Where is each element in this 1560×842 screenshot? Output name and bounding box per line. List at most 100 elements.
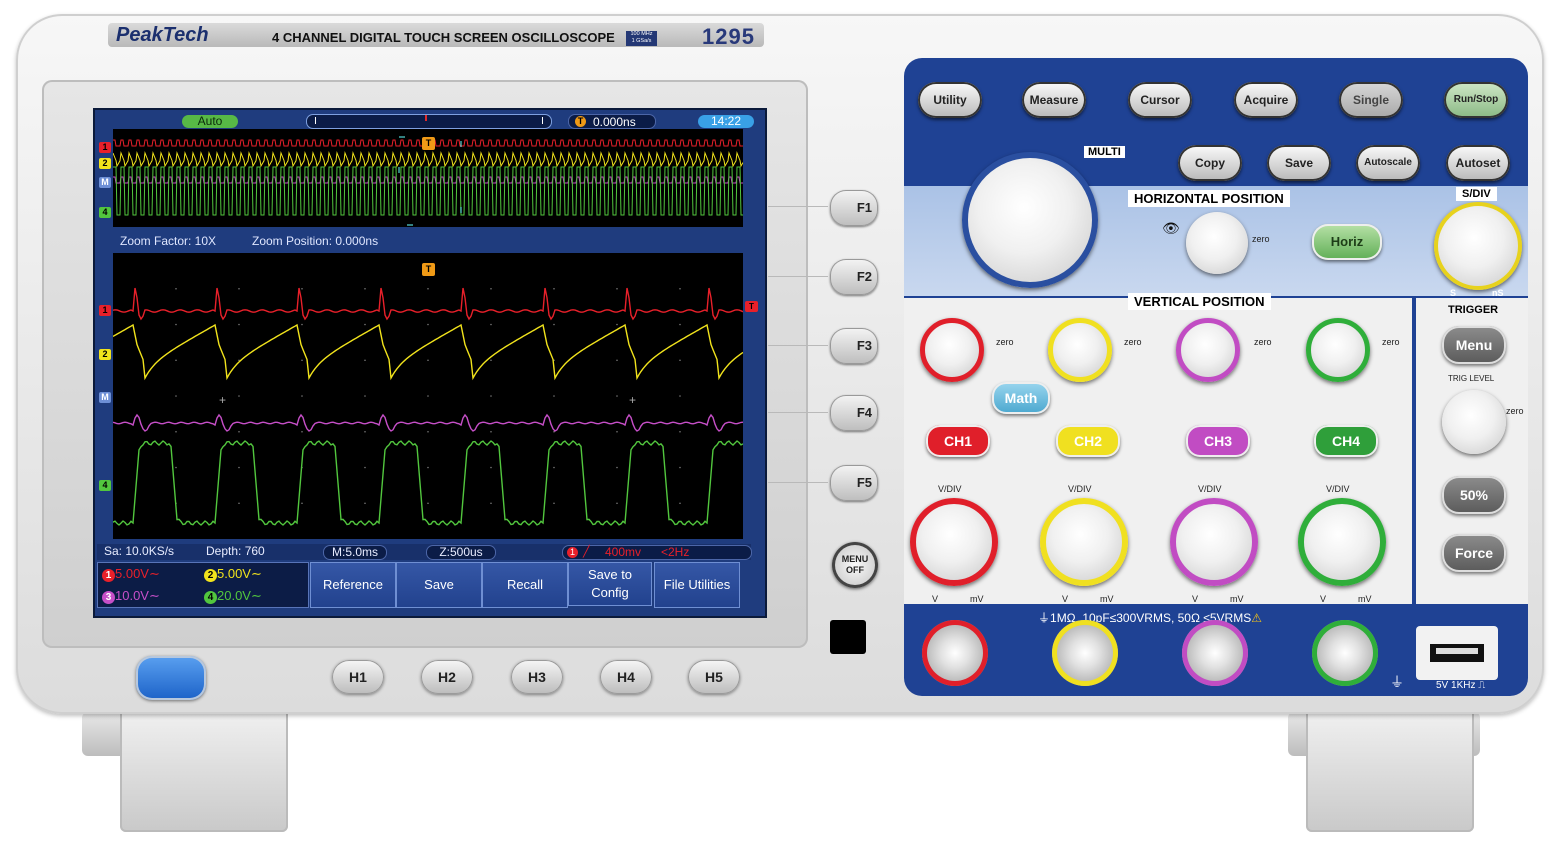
grid-dot	[616, 395, 618, 397]
ch2-scale[interactable]: 2 5.00V∼	[204, 566, 262, 582]
ch4-bnc-input[interactable]	[1312, 620, 1378, 686]
grid-dot	[238, 395, 240, 397]
trigger-position-pill[interactable]: T 0.000ns	[568, 114, 656, 129]
h2-button[interactable]: H2	[421, 660, 473, 694]
trig-level-knob[interactable]	[1442, 390, 1506, 454]
multi-knob[interactable]	[962, 152, 1098, 288]
trigger-frequency: <2Hz	[661, 545, 690, 559]
grid-dot	[364, 359, 366, 362]
ch2-v-label: V	[1062, 594, 1069, 604]
trigger-label: TRIGGER	[1448, 304, 1499, 316]
grid-dot	[175, 323, 177, 326]
main-waveform-window[interactable]: + +	[113, 253, 743, 539]
h1-button[interactable]: H1	[332, 660, 384, 694]
ch4-scale[interactable]: 4 20.0V∼	[204, 588, 262, 604]
ch1-scale-icon: 1	[102, 569, 115, 582]
ch1-position-knob[interactable]	[920, 318, 984, 382]
main-ch4-marker[interactable]: 4	[99, 480, 111, 491]
trigger-menu-button[interactable]: Menu	[1442, 326, 1506, 364]
trigger-info-pill[interactable]: 1 ╱ 400mv <2Hz	[562, 545, 752, 560]
softkey-file-utilities[interactable]: File Utilities	[654, 562, 740, 608]
sample-rate: Sa: 10.0KS/s	[104, 544, 175, 558]
main-math-marker[interactable]: M	[99, 392, 111, 403]
ch3-scale-icon: 3	[102, 591, 115, 604]
f5-guide	[768, 482, 828, 483]
ch1-bnc-input[interactable]	[922, 620, 988, 686]
grid-dot	[238, 287, 240, 290]
grid-dot	[301, 323, 303, 326]
h4-button[interactable]: H4	[600, 660, 652, 694]
ch3-button[interactable]: CH3	[1186, 425, 1250, 457]
ch4-vdiv-knob[interactable]	[1298, 498, 1386, 586]
ch1-vdiv-knob[interactable]	[910, 498, 998, 586]
rising-edge-icon: ╱	[583, 546, 590, 558]
main-trigger-marker[interactable]: T	[422, 263, 435, 276]
zoom-ch2-marker[interactable]: 2	[99, 158, 111, 169]
horizontal-position-knob[interactable]	[1186, 212, 1248, 274]
h5-button[interactable]: H5	[688, 660, 740, 694]
memory-position-bar[interactable]	[306, 114, 552, 129]
ch4-button[interactable]: CH4	[1314, 425, 1378, 457]
ch1-mv-label: mV	[970, 594, 984, 604]
f2-button[interactable]: F2	[830, 259, 878, 295]
acquire-button[interactable]: Acquire	[1234, 82, 1298, 118]
ch2-position-knob[interactable]	[1048, 318, 1112, 382]
measure-button[interactable]: Measure	[1022, 82, 1086, 118]
grid-dot	[616, 466, 618, 469]
acquire-mode-badge[interactable]: Auto	[182, 115, 238, 128]
force-button[interactable]: Force	[1442, 534, 1506, 572]
autoset-button[interactable]: Autoset	[1446, 145, 1510, 181]
ch3-bnc-input[interactable]	[1182, 620, 1248, 686]
power-button[interactable]	[136, 656, 206, 700]
menu-off-button[interactable]: MENU OFF	[832, 542, 878, 588]
grid-dot	[616, 430, 618, 433]
horiz-button[interactable]: Horiz	[1312, 224, 1382, 260]
h3-button[interactable]: H3	[511, 660, 563, 694]
utility-button[interactable]: Utility	[918, 82, 982, 118]
ch3-position-knob[interactable]	[1176, 318, 1240, 382]
zoom-ch4-marker[interactable]: 4	[99, 207, 111, 218]
f1-button[interactable]: F1	[830, 190, 878, 226]
sensor-window	[830, 620, 866, 654]
softkey-recall[interactable]: Recall	[482, 562, 568, 608]
ch2-button[interactable]: CH2	[1056, 425, 1120, 457]
ch2-vdiv-knob[interactable]	[1040, 498, 1128, 586]
ch2-zero-label: zero	[1124, 337, 1142, 347]
grid-dot	[301, 359, 303, 362]
ch4-position-knob[interactable]	[1306, 318, 1370, 382]
zoom-timebase[interactable]: Z:500us	[426, 545, 496, 560]
f3-button[interactable]: F3	[830, 328, 878, 364]
ch2-bnc-input[interactable]	[1052, 620, 1118, 686]
softkey-save-to-config[interactable]: Save to Config	[568, 562, 652, 606]
copy-button[interactable]: Copy	[1178, 145, 1242, 181]
ch1-button[interactable]: CH1	[926, 425, 990, 457]
softkey-reference[interactable]: Reference	[310, 562, 396, 608]
s-div-knob[interactable]	[1434, 202, 1522, 290]
ch1-scale[interactable]: 1 5.00V∼	[102, 566, 160, 582]
fifty-percent-button[interactable]: 50%	[1442, 476, 1506, 514]
cursor-button[interactable]: Cursor	[1128, 82, 1192, 118]
math-button[interactable]: Math	[992, 382, 1050, 414]
f4-button[interactable]: F4	[830, 395, 878, 431]
spec-bandwidth: 100 MHz	[630, 31, 653, 37]
grid-dot	[679, 359, 681, 362]
zoom-trigger-marker[interactable]: T	[422, 137, 435, 150]
zoom-math-marker[interactable]: M	[99, 177, 111, 188]
main-ch1-marker[interactable]: 1	[99, 305, 111, 316]
zoom-ch1-marker[interactable]: 1	[99, 142, 111, 153]
run-stop-button[interactable]: Run/Stop	[1444, 82, 1508, 118]
main-ch2-marker[interactable]: 2	[99, 349, 111, 360]
single-button[interactable]: Single	[1339, 82, 1403, 118]
spec-sample-rate: 1 GSa/s	[631, 38, 652, 44]
trigger-level-marker[interactable]: T	[745, 301, 758, 312]
autoscale-button[interactable]: Autoscale	[1356, 145, 1420, 181]
main-timebase[interactable]: M:5.0ms	[323, 545, 387, 560]
softkey-save[interactable]: Save	[396, 562, 482, 608]
ch3-scale[interactable]: 3 10.0V∼	[102, 588, 160, 604]
ch3-vdiv-knob[interactable]	[1170, 498, 1258, 586]
panel-save-button[interactable]: Save	[1267, 145, 1331, 181]
f5-button[interactable]: F5	[830, 465, 878, 501]
ch2-mv-label: mV	[1100, 594, 1114, 604]
usb-port[interactable]	[1430, 644, 1484, 662]
grid-dot	[427, 287, 429, 290]
